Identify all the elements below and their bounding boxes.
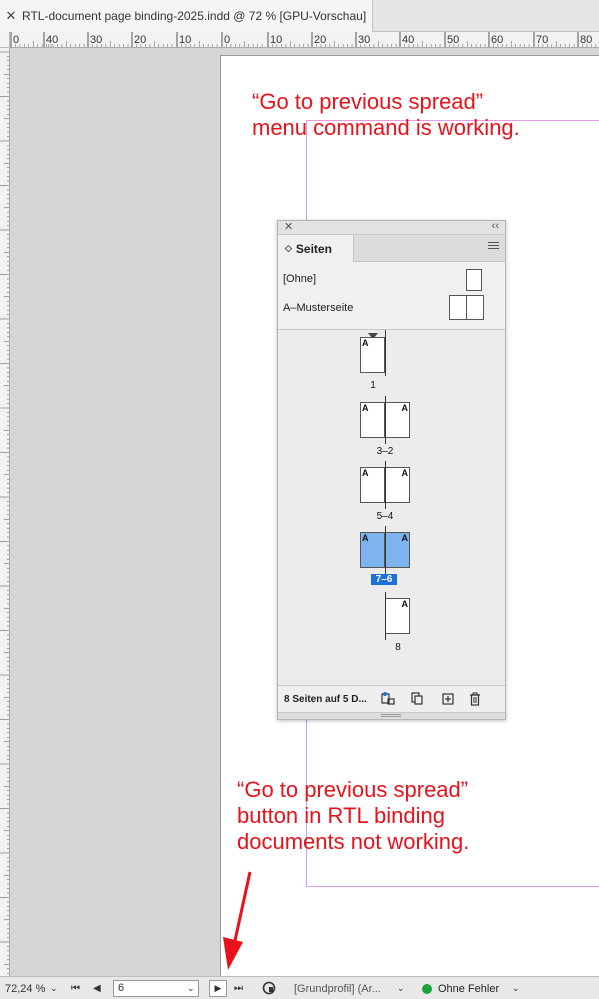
add-page-icon[interactable] (441, 692, 455, 706)
page-chevron-down-icon[interactable]: ⌄ (187, 977, 195, 999)
next-spread-button[interactable]: ▶ (209, 980, 227, 997)
close-panel-icon[interactable]: ✕ (284, 220, 293, 233)
last-spread-icon[interactable]: ⏭ (234, 977, 243, 999)
pages-panel: ✕ ‹‹ ◇ Seiten [Ohne] A–Musterseite A 1 A… (277, 220, 506, 720)
tab-seiten[interactable]: ◇ Seiten (278, 235, 354, 262)
spread-number[interactable]: 3–2 (365, 446, 405, 457)
previous-spread-button[interactable]: ◀ (93, 977, 101, 999)
panel-title-bar[interactable]: ✕ ‹‹ (278, 220, 505, 235)
open-document-icon[interactable] (262, 981, 278, 996)
spread-number[interactable]: 1 (353, 380, 393, 391)
master-letter: A (362, 533, 369, 543)
preflight-chevron-down-icon[interactable]: ⌄ (512, 977, 520, 999)
master-letter: A (362, 403, 369, 413)
page-thumbnail-6[interactable]: A (385, 532, 410, 568)
spine (385, 592, 386, 640)
profile-chevron-down-icon[interactable]: ⌄ (397, 977, 405, 999)
page-thumbnail-4[interactable]: A (385, 467, 410, 503)
spine (385, 526, 386, 574)
collapse-panel-icon[interactable]: ‹‹ (492, 220, 499, 232)
page-count-text: 8 Seiten auf 5 D... (284, 693, 367, 705)
edit-page-size-icon[interactable] (381, 692, 395, 706)
trash-icon[interactable] (468, 692, 482, 706)
master-letter: A (401, 468, 409, 478)
spread-number[interactable]: 8 (378, 642, 418, 653)
first-spread-icon[interactable]: ⏮ (71, 977, 80, 999)
master-a[interactable]: A–Musterseite (283, 302, 353, 314)
page-thumbnail-8[interactable]: A (385, 598, 410, 634)
preflight-status-icon (422, 984, 432, 994)
masters-section: [Ohne] A–Musterseite (278, 262, 505, 330)
master-none[interactable]: [Ohne] (283, 273, 316, 285)
page-thumbnail-3[interactable]: A (360, 402, 385, 438)
down-left-arrow-icon (223, 871, 252, 970)
status-bar: 72,24 % ⌄ ⏮ ◀ 6 ⌄ ▶ ⏭ [Grundprofil] (Ar.… (0, 976, 599, 999)
zoom-chevron-down-icon[interactable]: ⌄ (50, 977, 58, 999)
spread-number[interactable]: 5–4 (365, 511, 405, 522)
page-thumbnail-5[interactable]: A (360, 467, 385, 503)
tab-seiten-label: Seiten (295, 241, 332, 256)
panel-menu-icon[interactable] (488, 242, 499, 252)
panel-tab-row: ◇ Seiten (278, 235, 505, 262)
page-thumbnail-1[interactable]: A (360, 337, 385, 373)
spine (385, 396, 386, 444)
spread-number-selected[interactable]: 7–6 (371, 574, 397, 585)
master-a-thumbnail[interactable] (449, 295, 484, 320)
master-letter: A (401, 403, 409, 413)
page-thumbnail-7[interactable]: A (360, 532, 385, 568)
panel-footer: 8 Seiten auf 5 D... (278, 685, 505, 712)
zoom-level[interactable]: 72,24 % (5, 977, 45, 999)
new-page-dropdown-icon[interactable] (410, 692, 424, 706)
preflight-profile[interactable]: [Grundprofil] (Ar... (294, 977, 381, 999)
pages-list: A 1 A A 3–2 A A 5–4 A A 7–6 A 8 (278, 330, 505, 686)
panel-resize-grip[interactable] (278, 712, 505, 719)
spine (385, 330, 386, 376)
master-letter: A (362, 338, 369, 348)
preflight-status-text[interactable]: Ohne Fehler (438, 977, 499, 999)
spine (385, 461, 386, 509)
master-letter: A (401, 599, 409, 609)
master-letter: A (401, 533, 409, 543)
page-thumbnail-2[interactable]: A (385, 402, 410, 438)
master-letter: A (362, 468, 369, 478)
master-none-thumbnail[interactable] (466, 269, 482, 291)
updown-arrows-icon: ◇ (285, 243, 292, 253)
